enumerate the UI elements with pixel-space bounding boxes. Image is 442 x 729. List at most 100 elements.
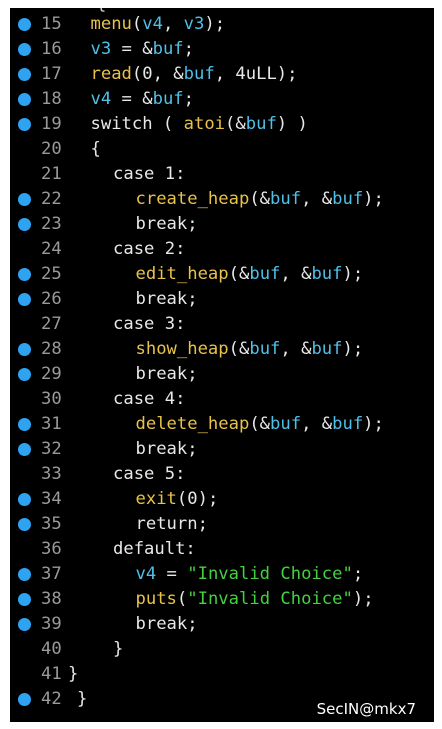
function-token: show_heap (135, 339, 229, 359)
code-line[interactable]: 31 delete_heap(&buf, &buf); (10, 412, 434, 437)
code-line[interactable]: 37 v4 = "Invalid Choice"; (10, 562, 434, 587)
code-text: create_heap(&buf, &buf); (136, 187, 384, 212)
code-text: switch ( atoi(&buf) ) (91, 112, 308, 137)
code-line[interactable]: 40} (10, 637, 434, 662)
line-number: 27 (41, 314, 62, 334)
code-token: } (113, 639, 124, 659)
breakpoint-dot-icon[interactable] (18, 693, 31, 706)
code-line[interactable]: 34 exit(0); (10, 487, 434, 512)
function-token: delete_heap (135, 414, 250, 434)
code-token: (& (228, 264, 250, 284)
line-number: 26 (41, 289, 62, 309)
line-number: 18 (41, 89, 62, 109)
code-token: (& (228, 339, 250, 359)
variable-token: buf (311, 264, 343, 284)
code-line[interactable]: 27 case 3: (10, 312, 434, 337)
code-line[interactable]: 16 v3 = &buf; (10, 37, 434, 62)
variable-token: v4 (135, 564, 157, 584)
line-number: 42 (41, 689, 62, 709)
breakpoint-dot-icon[interactable] (18, 618, 31, 631)
line-number: 25 (41, 264, 62, 284)
code-token: return; (135, 514, 208, 534)
code-token: ; (183, 39, 195, 59)
code-token: = & (111, 89, 153, 109)
line-number: 34 (41, 489, 62, 509)
breakpoint-dot-icon[interactable] (18, 493, 31, 506)
pseudocode-listing: 15 menu(v4, v3); 16 v3 = &buf; 17 read(0, &bu… (10, 12, 434, 712)
breakpoint-dot-icon[interactable] (18, 68, 31, 81)
code-token: case 1: (113, 164, 186, 184)
variable-token: v4 (142, 14, 163, 34)
code-line[interactable]: 15 menu(v4, v3); (10, 12, 434, 37)
breakpoint-dot-icon[interactable] (18, 268, 31, 281)
code-token: { (90, 139, 101, 159)
breakpoint-dot-icon[interactable] (18, 93, 31, 106)
breakpoint-dot-icon[interactable] (18, 43, 31, 56)
variable-token: buf (249, 264, 281, 284)
code-token: ; (183, 89, 195, 109)
code-line[interactable]: 33 case 5: (10, 462, 434, 487)
function-token: atoi (183, 114, 226, 134)
code-line[interactable]: 22 create_heap(&buf, &buf); (10, 187, 434, 212)
code-line[interactable]: 36 default: (10, 537, 434, 562)
code-token: , & (301, 189, 333, 209)
line-number: 33 (41, 464, 62, 484)
code-line[interactable]: 35 return; (10, 512, 434, 537)
code-token: ) ) (276, 114, 308, 134)
line-number: 31 (41, 414, 62, 434)
code-token: ); (342, 264, 364, 284)
code-token: } (68, 664, 79, 684)
code-line[interactable]: 30 case 4: (10, 387, 434, 412)
code-token: break; (135, 214, 198, 234)
code-token: (& (249, 414, 271, 434)
variable-token: buf (332, 414, 364, 434)
code-token: = (156, 564, 188, 584)
breakpoint-dot-icon[interactable] (18, 368, 31, 381)
code-line[interactable]: 24 case 2: (10, 237, 434, 262)
code-line[interactable]: 17 read(0, &buf, 4uLL); (10, 62, 434, 87)
code-token: switch ( (90, 114, 184, 134)
variable-token: buf (152, 89, 184, 109)
breakpoint-dot-icon[interactable] (18, 518, 31, 531)
code-text: break; (136, 437, 198, 462)
code-text: v4 = &buf; (91, 87, 195, 112)
breakpoint-dot-icon[interactable] (18, 118, 31, 131)
code-text: menu(v4, v3); (91, 12, 226, 37)
code-token: break; (135, 614, 198, 634)
code-line[interactable]: 21 case 1: (10, 162, 434, 187)
variable-token: buf (245, 114, 277, 134)
variable-token: buf (152, 39, 184, 59)
string-token: "Invalid Choice" (187, 589, 353, 609)
code-token: , (162, 14, 184, 34)
breakpoint-dot-icon[interactable] (18, 443, 31, 456)
breakpoint-dot-icon[interactable] (18, 193, 31, 206)
code-token: ); (363, 189, 384, 209)
breakpoint-dot-icon[interactable] (18, 293, 31, 306)
code-line[interactable]: 25 edit_heap(&buf, &buf); (10, 262, 434, 287)
breakpoint-dot-icon[interactable] (18, 593, 31, 606)
code-token: break; (135, 289, 198, 309)
variable-token: buf (270, 189, 302, 209)
code-line[interactable]: 39 break; (10, 612, 434, 637)
breakpoint-dot-icon[interactable] (18, 418, 31, 431)
breakpoint-dot-icon[interactable] (18, 568, 31, 581)
breakpoint-dot-icon[interactable] (18, 18, 31, 31)
breakpoint-dot-icon[interactable] (18, 343, 31, 356)
code-line[interactable]: 29 break; (10, 362, 434, 387)
code-text: } (113, 637, 123, 662)
code-line[interactable]: 20 { (10, 137, 434, 162)
code-line[interactable]: 19 switch ( atoi(&buf) ) (10, 112, 434, 137)
code-text: case 3: (113, 312, 185, 337)
code-line[interactable]: 23 break; (10, 212, 434, 237)
breakpoint-dot-icon[interactable] (18, 218, 31, 231)
code-token: ; (352, 564, 364, 584)
code-line[interactable]: 18 v4 = &buf; (10, 87, 434, 112)
code-line[interactable]: 38 puts("Invalid Choice"); (10, 587, 434, 612)
code-line[interactable]: 28 show_heap(&buf, &buf); (10, 337, 434, 362)
code-line[interactable]: 32 break; (10, 437, 434, 462)
line-number: 23 (41, 214, 62, 234)
line-number: 36 (41, 539, 62, 559)
code-line[interactable]: 26 break; (10, 287, 434, 312)
code-token: } (77, 689, 88, 709)
code-line[interactable]: 41} (10, 662, 434, 687)
